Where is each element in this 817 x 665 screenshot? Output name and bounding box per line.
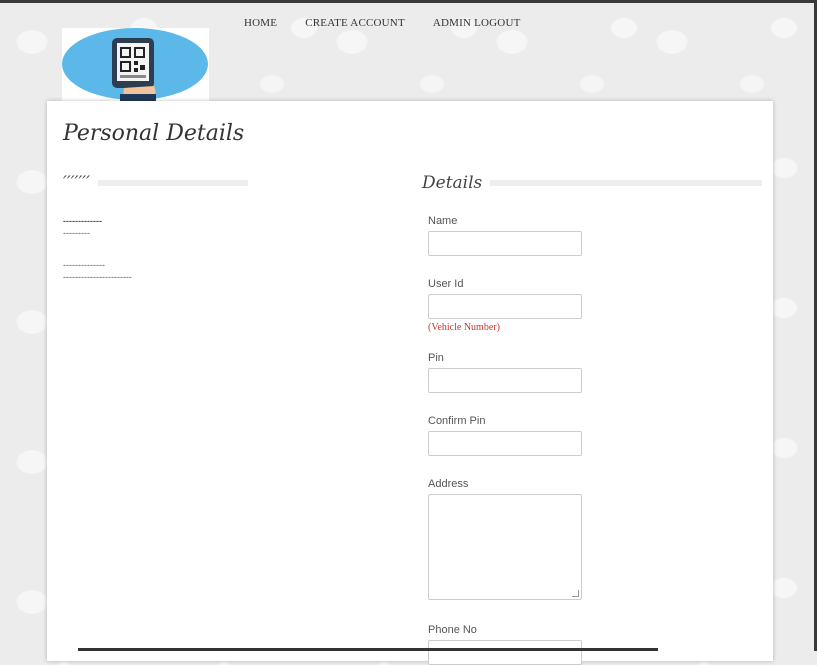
- details-form: Name User Id (Vehicle Number) Pin Confir…: [428, 215, 582, 665]
- left-section-header: ′′′′′′′: [63, 173, 249, 193]
- user-id-field[interactable]: [428, 294, 582, 319]
- content-panel: Personal Details ′′′′′′′ Details -------…: [47, 101, 773, 665]
- placeholder-line: --------------: [63, 260, 105, 270]
- details-section-header: Details: [422, 173, 763, 193]
- name-group: Name: [428, 215, 582, 256]
- nav-home[interactable]: HOME: [244, 17, 277, 29]
- address-group: Address: [428, 478, 582, 600]
- confirm-pin-field[interactable]: [428, 431, 582, 456]
- name-label: Name: [428, 215, 458, 227]
- details-section-title: Details: [422, 173, 483, 193]
- site-logo[interactable]: [62, 28, 209, 101]
- pin-field[interactable]: [428, 368, 582, 393]
- nav-create-account[interactable]: CREATE ACCOUNT: [305, 17, 405, 29]
- phone-group: Phone No: [428, 624, 582, 665]
- pin-label: Pin: [428, 352, 444, 364]
- phone-field[interactable]: [428, 640, 582, 665]
- pin-group: Pin: [428, 352, 582, 393]
- nav-admin-logout[interactable]: ADMIN LOGOUT: [433, 17, 521, 29]
- confirm-pin-label: Confirm Pin: [428, 415, 486, 427]
- left-section-title: ′′′′′′′: [63, 173, 91, 193]
- section-divider: [98, 180, 249, 186]
- name-field[interactable]: [428, 231, 582, 256]
- user-id-hint: (Vehicle Number): [428, 322, 500, 333]
- placeholder-line: -------------: [63, 216, 102, 226]
- phone-label: Phone No: [428, 624, 477, 636]
- user-id-label: User Id: [428, 278, 464, 290]
- placeholder-line: ---------: [63, 228, 90, 238]
- placeholder-line: -----------------------: [63, 272, 132, 282]
- left-section-content: ------------- --------- -------------- -…: [63, 215, 132, 283]
- user-id-group: User Id (Vehicle Number): [428, 278, 582, 333]
- window-top-border: [0, 0, 817, 3]
- page-title: Personal Details: [63, 121, 245, 146]
- address-label: Address: [428, 478, 469, 490]
- phone-qr-code-icon: [62, 28, 208, 101]
- main-nav: HOME CREATE ACCOUNT ADMIN LOGOUT: [244, 17, 521, 29]
- confirm-pin-group: Confirm Pin: [428, 415, 582, 456]
- address-textarea[interactable]: [428, 494, 582, 600]
- section-divider: [490, 180, 763, 186]
